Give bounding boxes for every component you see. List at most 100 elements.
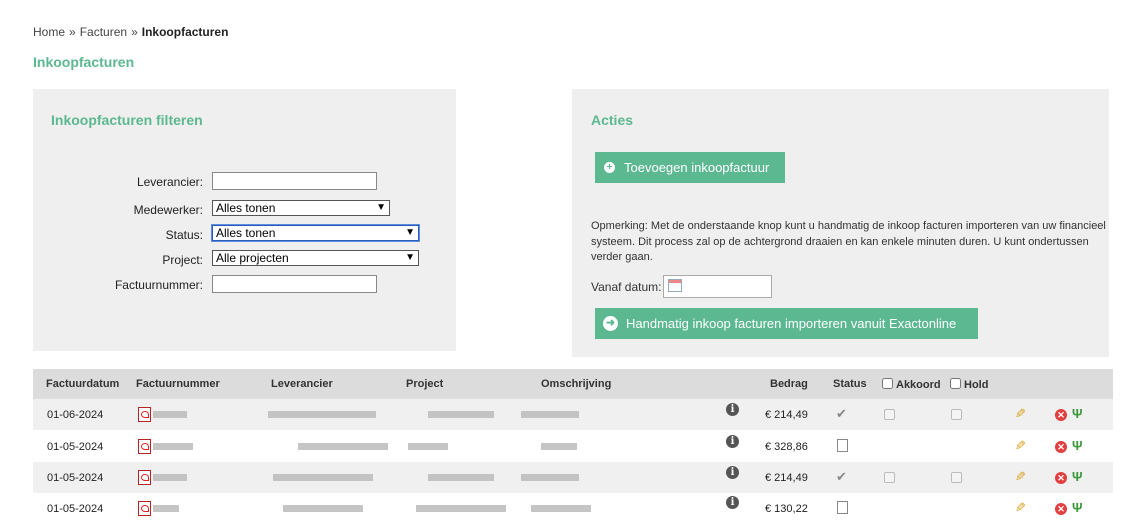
redacted-description: [521, 474, 579, 481]
row-date: 01-05-2024: [47, 441, 104, 453]
info-icon[interactable]: i: [726, 496, 739, 509]
chevron-down-icon: ▼: [405, 227, 415, 238]
filter-leverancier-row: Leverancier:: [33, 172, 456, 192]
col-leverancier[interactable]: Leverancier: [271, 378, 333, 390]
actions-panel: Acties + Toevoegen inkoopfactuur Opmerki…: [572, 89, 1109, 357]
row-date: 01-06-2024: [47, 409, 104, 421]
akkoord-checkbox[interactable]: [884, 472, 895, 483]
redacted-supplier: [268, 411, 376, 418]
document-icon: [837, 439, 848, 452]
redacted-supplier: [283, 505, 363, 512]
redacted-project: [428, 474, 494, 481]
akkoord-all-checkbox[interactable]: [882, 378, 893, 389]
hold-checkbox[interactable]: [951, 409, 962, 420]
hold-checkbox[interactable]: [951, 472, 962, 483]
document-icon: [837, 501, 848, 514]
info-icon[interactable]: i: [726, 466, 739, 479]
breadcrumb-facturen[interactable]: Facturen: [80, 25, 127, 39]
filter-factuurnummer-row: Factuurnummer:: [33, 275, 456, 295]
col-hold: Hold: [950, 378, 988, 391]
import-exactonline-button[interactable]: ➜ Handmatig inkoop facturen importeren v…: [595, 308, 978, 339]
row-date: 01-05-2024: [47, 472, 104, 484]
split-icon[interactable]: Ψ: [1072, 438, 1083, 453]
arrow-right-icon: ➜: [603, 316, 618, 331]
row-amount: € 214,49: [765, 472, 808, 484]
row-date: 01-05-2024: [47, 503, 104, 515]
pencil-icon[interactable]: ✎: [1015, 406, 1026, 422]
col-factuurdatum[interactable]: Factuurdatum: [46, 378, 119, 390]
filter-status-row: Status: Alles tonen ▼: [33, 225, 456, 245]
redacted-supplier: [298, 443, 388, 450]
calendar-icon[interactable]: [668, 279, 682, 292]
redacted-invoice-number: [153, 443, 193, 450]
project-label: Project:: [162, 253, 203, 267]
redacted-project: [428, 411, 494, 418]
date-label: Vanaf datum:: [591, 280, 662, 294]
breadcrumb-home[interactable]: Home: [33, 25, 65, 39]
filter-medewerker-row: Medewerker: Alles tonen ▼: [33, 200, 456, 220]
project-select[interactable]: Alle projecten ▼: [212, 250, 419, 266]
redacted-invoice-number: [153, 505, 179, 512]
medewerker-label: Medewerker:: [133, 203, 203, 217]
leverancier-input[interactable]: [212, 172, 377, 190]
redacted-description: [521, 411, 579, 418]
info-icon[interactable]: i: [726, 403, 739, 416]
import-remark: Opmerking: Met de onderstaande knop kunt…: [591, 220, 1106, 263]
filter-panel: Inkoopfacturen filteren Leverancier: Med…: [33, 89, 456, 351]
add-invoice-label: Toevoegen inkoopfactuur: [624, 160, 770, 175]
breadcrumb-separator: »: [131, 25, 138, 39]
pdf-icon[interactable]: [138, 501, 151, 516]
col-omschrijving[interactable]: Omschrijving: [541, 378, 611, 390]
medewerker-select-value: Alles tonen: [216, 201, 276, 215]
info-icon[interactable]: i: [726, 435, 739, 448]
delete-icon[interactable]: ✕: [1055, 409, 1067, 421]
pdf-icon[interactable]: [138, 407, 151, 422]
breadcrumb-separator: »: [69, 25, 76, 39]
project-select-value: Alle projecten: [216, 251, 289, 265]
add-invoice-button[interactable]: + Toevoegen inkoopfactuur: [595, 152, 785, 183]
col-bedrag[interactable]: Bedrag: [770, 378, 808, 390]
check-icon: ✔: [836, 469, 847, 484]
redacted-supplier: [273, 474, 373, 481]
check-icon: ✔: [836, 406, 847, 421]
medewerker-select[interactable]: Alles tonen ▼: [212, 200, 390, 216]
leverancier-label: Leverancier:: [136, 175, 203, 189]
delete-icon[interactable]: ✕: [1055, 503, 1067, 515]
status-select[interactable]: Alles tonen ▼: [212, 225, 419, 241]
table-row: 01-05-2024 i € 130,22 ✎ ✕ Ψ: [33, 493, 1113, 525]
redacted-description: [541, 443, 577, 450]
delete-icon[interactable]: ✕: [1055, 472, 1067, 484]
col-status[interactable]: Status: [833, 378, 867, 390]
status-select-value: Alles tonen: [216, 226, 276, 240]
hold-label: Hold: [964, 379, 989, 391]
col-factuurnummer[interactable]: Factuurnummer: [136, 378, 220, 390]
pdf-icon[interactable]: [138, 470, 151, 485]
akkoord-checkbox[interactable]: [884, 409, 895, 420]
delete-icon[interactable]: ✕: [1055, 441, 1067, 453]
table-header: Factuurdatum Factuurnummer Leverancier P…: [33, 369, 1113, 399]
hold-all-checkbox[interactable]: [950, 378, 961, 389]
table-row: 01-06-2024 i € 214,49 ✔ ✎ ✕ Ψ: [33, 399, 1113, 430]
page-title: Inkoopfacturen: [33, 54, 135, 70]
split-icon[interactable]: Ψ: [1072, 406, 1083, 421]
breadcrumb-current: Inkoopfacturen: [141, 25, 229, 39]
redacted-invoice-number: [153, 411, 187, 418]
status-label: Status:: [165, 228, 203, 242]
breadcrumb: Home» Facturen» Inkoopfacturen: [33, 25, 228, 39]
pencil-icon[interactable]: ✎: [1015, 500, 1026, 516]
pencil-icon[interactable]: ✎: [1015, 438, 1026, 454]
col-akkoord: Akkoord: [882, 378, 941, 391]
redacted-project: [408, 443, 448, 450]
split-icon[interactable]: Ψ: [1072, 500, 1083, 515]
filter-project-row: Project: Alle projecten ▼: [33, 250, 456, 270]
factuurnummer-input[interactable]: [212, 275, 377, 293]
date-input[interactable]: [663, 275, 772, 298]
actions-title: Acties: [591, 112, 634, 128]
row-amount: € 130,22: [765, 503, 808, 515]
pencil-icon[interactable]: ✎: [1015, 469, 1026, 485]
plus-icon: +: [604, 162, 615, 173]
split-icon[interactable]: Ψ: [1072, 469, 1083, 484]
pdf-icon[interactable]: [138, 439, 151, 454]
filter-title: Inkoopfacturen filteren: [51, 112, 203, 128]
col-project[interactable]: Project: [406, 378, 443, 390]
